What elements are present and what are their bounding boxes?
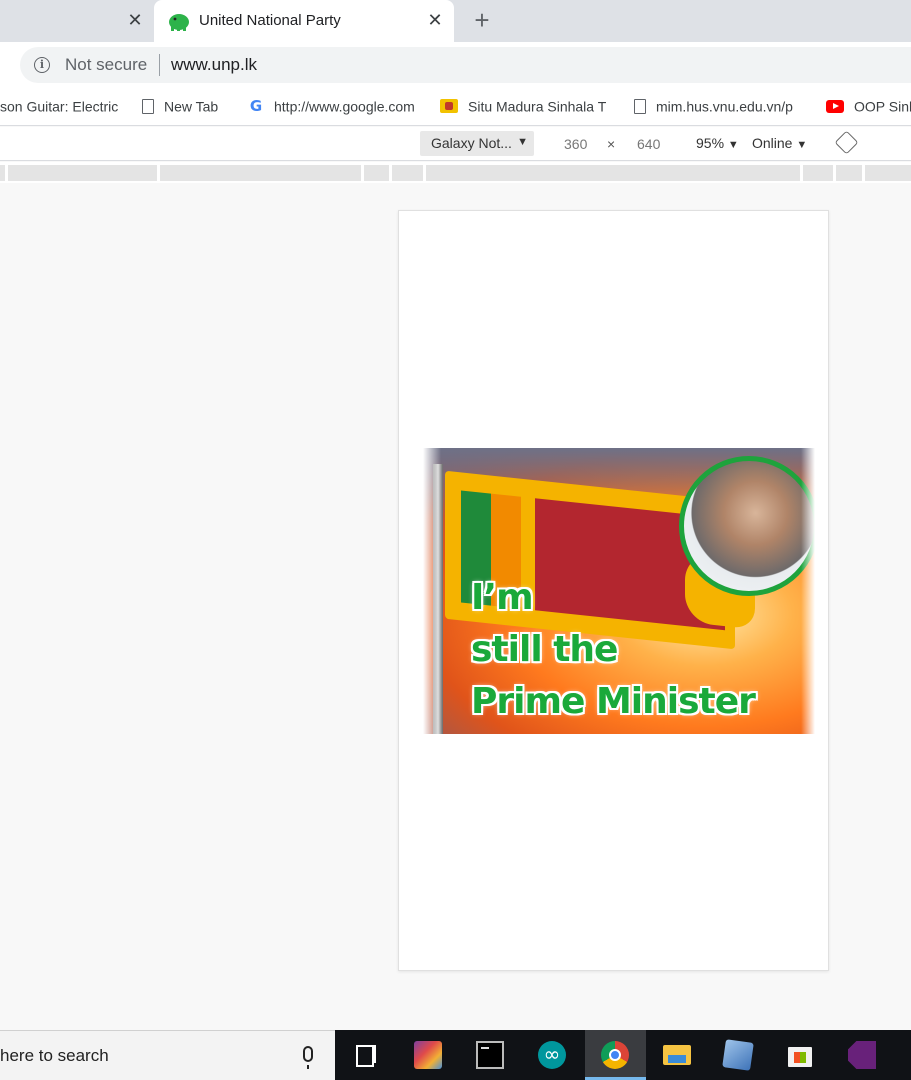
youtube-icon — [826, 99, 844, 113]
bookmark-label: http://www.google.com — [274, 98, 415, 115]
doc-icon — [634, 98, 646, 114]
bookmarks-bar: son Guitar: Electric New Tab Ghttp://www… — [0, 88, 911, 126]
security-label[interactable]: Not secure — [65, 55, 147, 75]
dropdown-arrow-icon: ▼ — [796, 139, 808, 151]
bookmark-label: Situ Madura Sinhala T — [468, 98, 607, 115]
bookmark-label: mim.hus.vnu.edu.vn/p — [656, 98, 793, 115]
media-query-segment[interactable] — [8, 165, 157, 181]
file-explorer-icon[interactable] — [663, 1041, 691, 1069]
width-input[interactable]: 360 — [564, 136, 587, 152]
doc-icon — [142, 98, 154, 114]
dimension-separator: × — [607, 136, 616, 152]
arduino-icon[interactable] — [538, 1041, 566, 1069]
zoom-value: 95% — [696, 135, 725, 151]
close-tab-icon[interactable]: ✕ — [126, 11, 144, 29]
new-tab-button[interactable]: + — [470, 7, 494, 33]
windows-taskbar: here to search — [0, 1030, 911, 1080]
tab-strip: ✕ United National Party ✕ + — [0, 0, 911, 42]
tab-previous[interactable]: ✕ — [0, 0, 154, 42]
taskbar-search[interactable]: here to search — [0, 1030, 335, 1080]
bookmark-guitar[interactable]: son Guitar: Electric — [0, 97, 118, 117]
height-input[interactable]: 640 — [637, 136, 660, 152]
media-query-segment[interactable] — [836, 165, 862, 181]
media-query-bar — [0, 162, 911, 183]
banner-fade — [423, 448, 441, 734]
device-toolbar: Galaxy Not... ▼ 360 × 640 95% ▼ Online ▼ — [0, 127, 911, 161]
bookmark-mim-hus[interactable]: mim.hus.vnu.edu.vn/p — [634, 97, 804, 117]
dropdown-arrow-icon: ▼ — [727, 139, 739, 151]
info-icon[interactable]: i — [34, 57, 50, 73]
bookmark-situ-madura[interactable]: Situ Madura Sinhala T — [440, 97, 610, 117]
media-query-segment[interactable] — [0, 165, 5, 181]
bookmark-google[interactable]: Ghttp://www.google.com — [248, 97, 416, 117]
virtualbox-icon[interactable] — [722, 1039, 754, 1071]
bookmark-label: OOP Sinh — [854, 98, 911, 115]
url-text[interactable]: www.unp.lk — [171, 55, 257, 75]
viewport-area: I’m still the Prime Minister — [0, 183, 911, 1030]
emulated-device-screen[interactable]: I’m still the Prime Minister — [398, 210, 829, 971]
tab-title: United National Party — [199, 12, 341, 29]
media-query-segment[interactable] — [426, 165, 800, 181]
dropdown-arrow-icon: ▼ — [517, 136, 528, 148]
banner-headline: I’m still the Prime Minister — [471, 572, 756, 728]
media-query-segment[interactable] — [160, 165, 361, 181]
media-query-segment[interactable] — [865, 165, 911, 181]
bookmark-oop-sinhala[interactable]: OOP Sinh — [826, 97, 911, 117]
headline-line: Prime Minister — [471, 681, 756, 722]
rotate-icon[interactable] — [834, 130, 859, 155]
visual-studio-icon[interactable] — [848, 1041, 876, 1069]
campaign-banner: I’m still the Prime Minister — [423, 448, 815, 734]
media-query-segment[interactable] — [803, 165, 833, 181]
media-query-segment[interactable] — [364, 165, 389, 181]
zoom-select[interactable]: 95% ▼ — [696, 135, 739, 151]
microphone-icon[interactable] — [303, 1046, 313, 1069]
lion-flag-icon — [440, 99, 458, 114]
command-prompt-icon[interactable] — [476, 1041, 504, 1069]
browser-toolbar: · i Not secure www.unp.lk — [0, 42, 911, 88]
search-placeholder: here to search — [0, 1046, 109, 1065]
headline-line: still the — [471, 629, 618, 670]
device-name: Galaxy Not... — [431, 135, 512, 151]
media-query-segment[interactable] — [392, 165, 423, 181]
tab-united-national-party[interactable]: United National Party ✕ — [154, 0, 454, 42]
reload-icon[interactable]: · — [0, 58, 1, 74]
bookmark-new-tab[interactable]: New Tab — [142, 97, 232, 117]
banner-fade — [801, 448, 815, 734]
device-select[interactable]: Galaxy Not... ▼ — [420, 131, 534, 156]
bookmark-label: son Guitar: Electric — [0, 98, 118, 115]
task-view-icon[interactable] — [354, 1041, 382, 1069]
google-icon: G — [249, 97, 263, 116]
bookmark-label: New Tab — [164, 98, 219, 115]
throttle-select[interactable]: Online ▼ — [752, 135, 807, 151]
address-bar[interactable]: i Not secure www.unp.lk — [20, 47, 911, 83]
chrome-icon[interactable] — [601, 1041, 629, 1069]
winrar-icon[interactable] — [414, 1041, 442, 1069]
headline-line: I’m — [471, 577, 534, 618]
throttle-value: Online — [752, 135, 793, 151]
close-tab-icon[interactable]: ✕ — [426, 11, 444, 29]
microsoft-store-icon[interactable] — [786, 1041, 814, 1069]
address-divider — [159, 54, 160, 76]
elephant-favicon-icon — [169, 14, 189, 31]
